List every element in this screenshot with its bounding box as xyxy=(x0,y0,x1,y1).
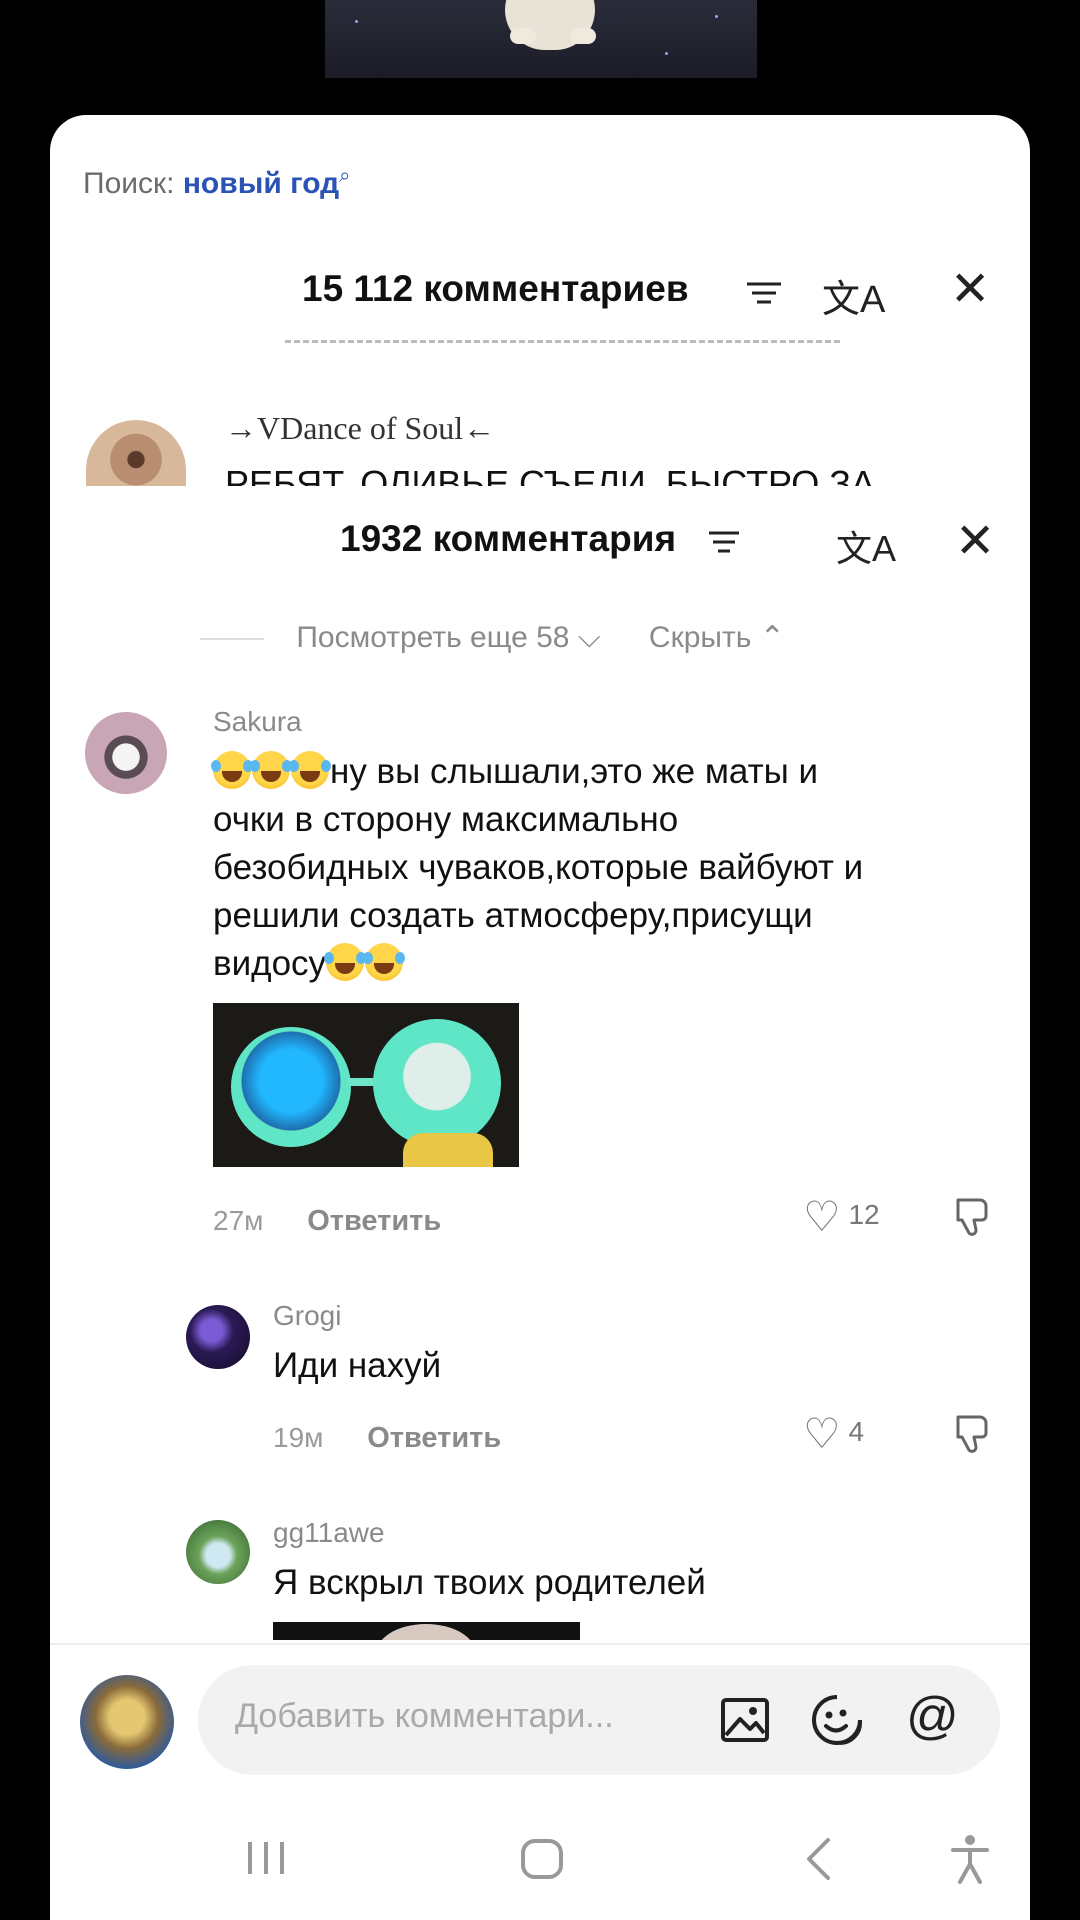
show-more-replies[interactable]: Посмотреть еще 58 ⌵ xyxy=(296,621,600,654)
close-icon[interactable]: ✕ xyxy=(950,266,990,314)
replies-toggle-row: Посмотреть еще 58 ⌵ Скрыть ⌃ xyxy=(200,620,785,655)
heart-icon[interactable]: ♡ xyxy=(803,1193,841,1240)
comment-username[interactable]: →VDance of Soul← xyxy=(225,410,495,447)
star-dot xyxy=(665,52,668,55)
sort-icon[interactable] xyxy=(709,530,739,554)
like-button[interactable]: ♡ 4 xyxy=(803,1409,864,1458)
head-shape xyxy=(376,1624,476,1640)
search-suggestion[interactable]: Поиск: новый год⌕ xyxy=(83,165,350,201)
reply-button[interactable]: Ответить xyxy=(367,1422,501,1454)
avatar[interactable] xyxy=(85,712,167,794)
search-query[interactable]: новый год xyxy=(183,167,339,200)
at-icon[interactable]: @ xyxy=(906,1690,959,1742)
comment-text: Я вскрыл твоих родителей xyxy=(273,1563,706,1602)
body-shape xyxy=(403,1133,493,1167)
comment-time: 19м xyxy=(273,1422,324,1453)
search-label: Поиск: xyxy=(83,167,175,200)
comment-image[interactable] xyxy=(213,1003,519,1167)
star-dot xyxy=(715,15,718,18)
joy-emoji xyxy=(289,751,331,789)
inner-comments-count: 1932 комментария xyxy=(340,518,677,559)
paw-shape xyxy=(570,28,596,44)
avatar[interactable] xyxy=(186,1305,250,1369)
sort-icon[interactable] xyxy=(747,280,781,306)
comment-username[interactable]: Sakura xyxy=(213,706,302,738)
comment-text: РЕБЯТ, ОЛИВЬЕ СЪЕЛИ, БЫСТРО ЗА xyxy=(225,463,876,486)
chevron-down-icon: ⌵ xyxy=(577,621,601,654)
paw-shape xyxy=(510,28,536,44)
accessibility-icon[interactable] xyxy=(950,1834,990,1884)
like-button[interactable]: ♡ 12 xyxy=(803,1192,880,1241)
star-dot xyxy=(355,20,358,23)
comment-text: Иди нахуй xyxy=(273,1346,442,1385)
hide-replies[interactable]: Скрыть ⌃ xyxy=(649,621,785,654)
dislike-icon[interactable] xyxy=(952,1196,992,1238)
home-icon[interactable] xyxy=(520,1838,564,1880)
translate-icon[interactable]: 文A xyxy=(836,520,896,572)
comment-time: 27м xyxy=(213,1205,264,1236)
divider xyxy=(50,1643,1030,1645)
brain-shape xyxy=(231,1027,351,1147)
like-count: 12 xyxy=(848,1198,880,1230)
comment-image[interactable] xyxy=(273,1622,580,1640)
like-count: 4 xyxy=(848,1415,865,1447)
divider xyxy=(285,340,840,347)
video-preview[interactable] xyxy=(325,0,757,78)
sticker-icon[interactable] xyxy=(810,1693,864,1747)
heart-icon[interactable]: ♡ xyxy=(803,1410,841,1457)
outer-comments-count: 15 112 комментариев xyxy=(302,268,689,309)
joy-emoji xyxy=(250,751,292,789)
chevron-up-icon: ⌃ xyxy=(759,621,785,654)
close-icon[interactable]: ✕ xyxy=(955,518,995,566)
comment-meta: 27м Ответить xyxy=(213,1205,441,1238)
my-avatar xyxy=(80,1675,174,1769)
avatar[interactable] xyxy=(186,1520,250,1584)
search-icon[interactable]: ⌕ xyxy=(339,165,350,187)
comment-placeholder[interactable]: Добавить комментари... xyxy=(235,1697,614,1736)
joy-emoji xyxy=(324,943,367,981)
skull-shape xyxy=(373,1019,501,1147)
dislike-icon[interactable] xyxy=(952,1413,992,1455)
reply-button[interactable]: Ответить xyxy=(307,1205,441,1237)
comments-panel xyxy=(50,115,1030,1920)
translate-icon[interactable]: 文A xyxy=(822,268,885,323)
recent-apps-icon[interactable] xyxy=(246,1840,288,1876)
comment-username[interactable]: gg11awe xyxy=(273,1517,385,1549)
divider xyxy=(200,638,264,641)
joy-emoji xyxy=(363,943,406,981)
back-icon[interactable] xyxy=(804,1837,832,1881)
comment-meta: 19м Ответить xyxy=(273,1422,501,1455)
comment-username[interactable]: Grogi xyxy=(273,1300,341,1332)
comment-text: ну вы слышали,это же маты и очки в сторо… xyxy=(211,751,864,983)
image-icon[interactable] xyxy=(720,1697,770,1743)
joy-emoji xyxy=(211,751,253,789)
